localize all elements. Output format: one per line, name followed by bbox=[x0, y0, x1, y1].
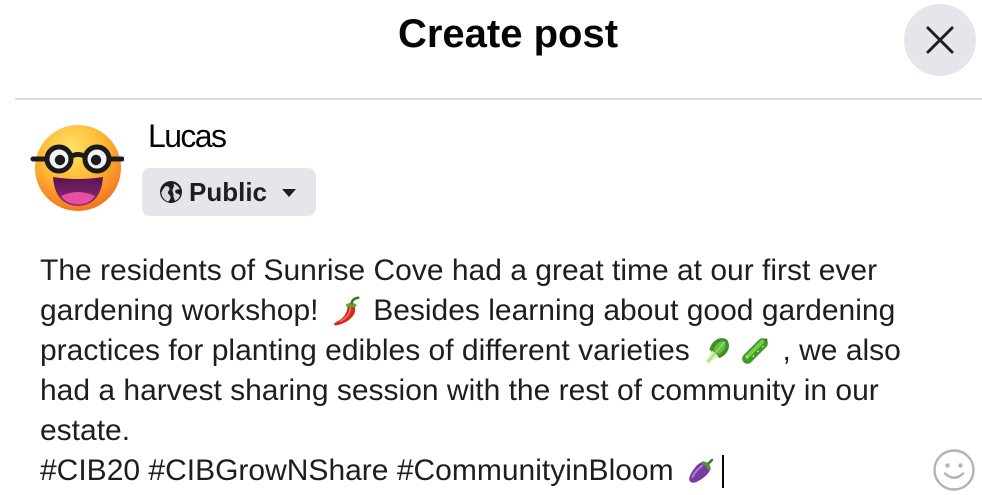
post-line: gardening workshop! Besides learning abo… bbox=[40, 291, 970, 331]
post-text: had a harvest sharing session with the r… bbox=[40, 374, 879, 407]
author-name: Lucas bbox=[148, 118, 227, 154]
post-line: #CIB20 #CIBGrowNShare #CommunityinBloom bbox=[40, 451, 970, 491]
post-text: practices for planting edibles of differ… bbox=[40, 334, 699, 367]
header-divider bbox=[15, 98, 982, 100]
audience-selector-button[interactable]: Public bbox=[142, 168, 316, 216]
post-text: estate. bbox=[40, 414, 131, 447]
smiley-icon bbox=[933, 449, 975, 491]
text-cursor bbox=[721, 455, 724, 488]
dialog-title: Create post bbox=[397, 12, 619, 56]
eggplant-icon bbox=[684, 454, 718, 488]
post-line: practices for planting edibles of differ… bbox=[40, 331, 970, 371]
post-line: The residents of Sunrise Cove had a grea… bbox=[40, 251, 970, 291]
post-line: had a harvest sharing session with the r… bbox=[40, 371, 970, 411]
leafy-green-icon bbox=[700, 334, 734, 368]
emoji-picker-button[interactable] bbox=[932, 448, 976, 492]
post-text: Besides learning about good gardening bbox=[364, 294, 896, 327]
post-hashtags: #CIB20 #CIBGrowNShare #CommunityinBloom bbox=[40, 454, 682, 487]
avatar bbox=[30, 125, 124, 211]
post-line: estate. bbox=[40, 411, 970, 451]
post-text: The residents of Sunrise Cove had a grea… bbox=[40, 254, 878, 287]
post-text: , we also bbox=[774, 334, 901, 367]
audience-label: Public bbox=[189, 177, 268, 207]
cucumber-icon bbox=[738, 334, 772, 368]
post-text-editor[interactable]: The residents of Sunrise Cove had a grea… bbox=[40, 251, 970, 491]
post-text: gardening workshop! bbox=[40, 294, 327, 327]
close-icon bbox=[926, 26, 954, 54]
close-button[interactable] bbox=[904, 4, 976, 76]
caret-down-icon bbox=[282, 189, 296, 197]
globe-icon bbox=[160, 181, 182, 203]
hot-pepper-icon bbox=[329, 294, 363, 328]
